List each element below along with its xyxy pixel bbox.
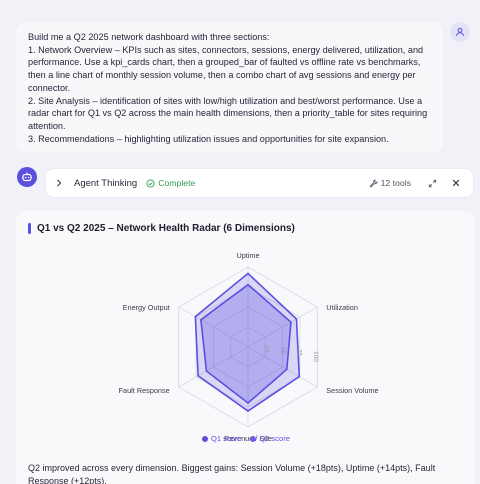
agent-thinking-panel[interactable]: Agent Thinking Complete 12 tools	[46, 169, 473, 197]
user-icon[interactable]	[450, 22, 470, 42]
legend-item-q2[interactable]: Q2 score	[250, 434, 290, 443]
user-message-line: 2. Site Analysis – identification of sit…	[28, 95, 428, 131]
expand-arrows-icon[interactable]	[425, 176, 439, 190]
legend-item-q1[interactable]: Q1 score	[202, 434, 241, 443]
user-message-line: Build me a Q2 2025 network dashboard wit…	[28, 32, 270, 42]
radar-axis-label: Session Volume	[326, 386, 378, 395]
radar-tick-label: 25	[262, 345, 269, 353]
user-message: Build me a Q2 2025 network dashboard wit…	[16, 22, 443, 152]
robot-icon	[17, 167, 37, 187]
radar-axis-label: Energy Output	[123, 303, 170, 312]
user-message-line: 3. Recommendations – highlighting utiliz…	[28, 133, 389, 144]
radar-axis-label: Fault Response	[119, 386, 170, 395]
legend-label-q1: Q1 score	[211, 434, 242, 443]
status-text: Complete	[158, 178, 196, 188]
chevron-right-icon[interactable]	[56, 179, 66, 187]
status-badge: Complete	[146, 178, 195, 188]
radar-axis-label: Uptime	[236, 251, 259, 260]
chart-legend: Q1 score Q2 score	[202, 434, 299, 443]
user-message-line: 1. Network Overview – KPIs such as sites…	[28, 44, 424, 93]
agent-thinking-title: Agent Thinking	[74, 177, 138, 189]
radar-axis-label: Utilization	[326, 303, 358, 312]
check-circle-icon	[146, 178, 155, 188]
radar-tick-label: 100	[312, 351, 319, 362]
legend-label-q2: Q2 score	[259, 434, 290, 443]
close-icon[interactable]	[449, 176, 463, 190]
radar-chart: 25 50 75 100 Uptime Utilization Session Volume…	[119, 251, 379, 443]
legend-dot-q1	[202, 435, 208, 442]
tools-count-text: 12 tools	[380, 178, 411, 188]
tools-count: 12 tools	[369, 178, 411, 188]
radar-tick-label: 75	[295, 349, 302, 357]
radar-tick-label: 50	[279, 347, 286, 355]
wrench-icon	[369, 179, 378, 187]
radar-chart-card: Q1 vs Q2 2025 – Network Health Radar (6 …	[16, 211, 475, 484]
chart-summary: Q2 improved across every dimension. Bigg…	[28, 463, 436, 484]
legend-dot-q2	[250, 435, 257, 442]
